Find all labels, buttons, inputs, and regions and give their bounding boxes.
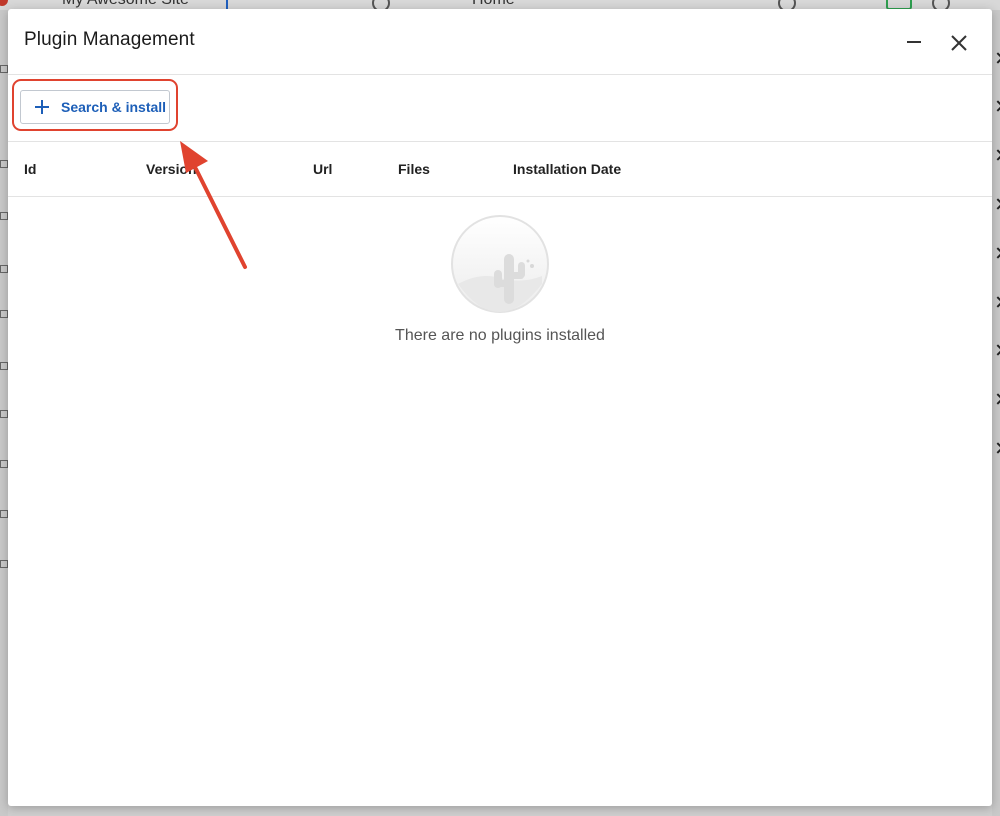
search-install-label: Search & install xyxy=(61,99,167,115)
background-home-label: Home xyxy=(472,0,515,9)
background-site-title: My Awesome Site xyxy=(62,0,189,9)
rail-icon xyxy=(0,362,8,370)
rail-icon xyxy=(0,310,8,318)
chevron-right-icon xyxy=(992,393,1000,405)
plugin-management-dialog: Plugin Management Search & install Id Ve… xyxy=(8,9,992,806)
empty-state: There are no plugins installed xyxy=(8,214,992,364)
dialog-header: Plugin Management xyxy=(8,9,992,75)
plus-icon xyxy=(35,100,49,114)
rail-icon xyxy=(0,410,8,418)
rail-icon xyxy=(0,65,8,73)
rail-icon xyxy=(0,265,8,273)
chevron-right-icon xyxy=(992,198,1000,210)
empty-state-message: There are no plugins installed xyxy=(395,327,605,344)
minimize-icon xyxy=(907,41,921,43)
column-header-url[interactable]: Url xyxy=(313,161,332,177)
rail-icon xyxy=(0,560,8,568)
minimize-button[interactable] xyxy=(900,29,928,57)
chevron-right-icon xyxy=(992,442,1000,454)
chevron-right-icon xyxy=(992,149,1000,161)
chevron-right-icon xyxy=(992,296,1000,308)
rail-icon xyxy=(0,460,8,468)
column-header-files[interactable]: Files xyxy=(398,161,430,177)
rail-icon xyxy=(0,212,8,220)
plugins-table-header: Id Version Url Files Installation Date xyxy=(8,142,992,197)
column-header-id[interactable]: Id xyxy=(24,161,36,177)
chevron-right-icon xyxy=(992,247,1000,259)
hamburger-menu-icon xyxy=(22,0,42,8)
close-button[interactable] xyxy=(945,29,973,57)
dialog-toolbar: Search & install xyxy=(8,75,992,142)
background-right-rail xyxy=(992,10,1000,816)
rail-icon xyxy=(0,160,8,168)
app-logo-icon xyxy=(0,0,8,6)
chevron-right-icon xyxy=(992,344,1000,356)
column-header-installation-date[interactable]: Installation Date xyxy=(513,161,621,177)
dialog-title: Plugin Management xyxy=(24,29,195,50)
close-icon xyxy=(951,35,967,51)
chevron-right-icon xyxy=(992,52,1000,64)
column-header-version[interactable]: Version xyxy=(146,161,197,177)
chevron-right-icon xyxy=(992,100,1000,112)
rail-icon xyxy=(0,510,8,518)
search-install-button[interactable]: Search & install xyxy=(20,90,170,124)
cactus-illustration xyxy=(451,215,549,313)
background-left-rail xyxy=(0,10,8,816)
